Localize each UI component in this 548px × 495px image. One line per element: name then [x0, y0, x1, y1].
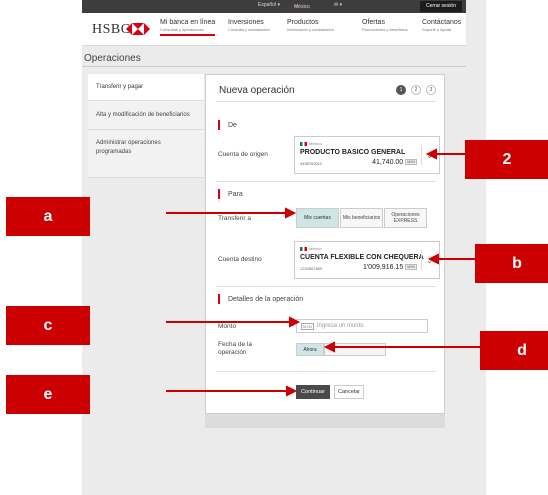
annotation-2: 2 — [465, 140, 548, 179]
annotation-a: a — [6, 197, 90, 236]
annotation-b: b — [475, 244, 548, 283]
annotation-arrows — [166, 148, 483, 397]
annotation-c: c — [6, 306, 90, 345]
annotation-d: d — [480, 331, 548, 370]
annotation-e: e — [6, 375, 90, 414]
